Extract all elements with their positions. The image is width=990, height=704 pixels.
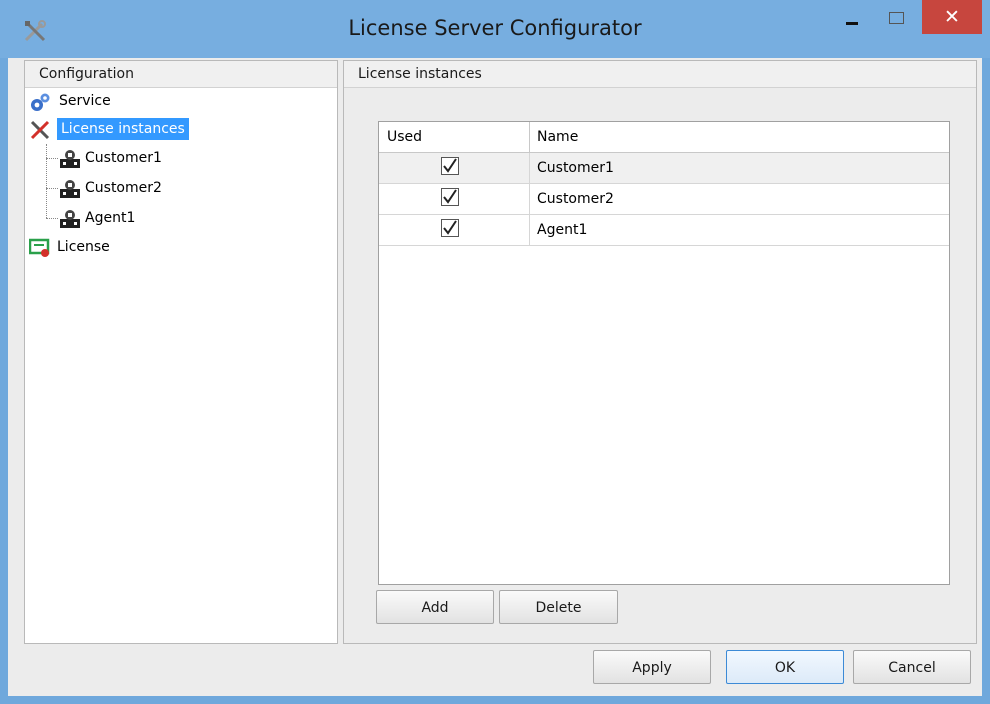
table-row[interactable]: Customer2 [379,184,949,215]
column-header-used[interactable]: Used [387,122,422,152]
column-separator[interactable] [529,122,530,152]
tree-connector [46,158,58,159]
tree-item-label: Customer2 [85,180,162,196]
table-row[interactable]: Customer1 [379,153,949,184]
column-separator [529,215,530,245]
license-instances-grid[interactable]: Used Name Customer1 Customer2 Agent1 [378,121,950,585]
column-header-name[interactable]: Name [537,122,578,152]
wrench-screwdriver-icon [30,120,50,140]
tree-item-label: Customer1 [85,150,162,166]
certificate-icon [29,238,50,257]
tree-connector [46,188,58,189]
license-instances-header: License instances [344,61,976,88]
maximize-button[interactable] [880,0,912,34]
close-button[interactable]: ✕ [922,0,982,34]
tree-item-label: Service [59,93,111,109]
column-separator [529,184,530,214]
used-checkbox[interactable] [441,188,459,206]
tree-connector [46,144,47,218]
used-checkbox[interactable] [441,157,459,175]
title-bar[interactable]: License Server Configurator ✕ [0,0,990,58]
tree-connector [46,218,58,219]
tree-item-label: License [57,239,110,255]
tree-item-label: License instances [57,118,189,140]
configuration-header: Configuration [25,61,337,88]
tree-item-label: Agent1 [85,210,136,226]
configuration-panel: Configuration Service License instances … [24,60,338,644]
minimize-button[interactable] [836,0,866,34]
minimize-icon [846,22,858,25]
close-icon: ✕ [944,6,960,28]
cancel-button[interactable]: Cancel [853,650,971,684]
license-instance-icon [60,150,80,168]
column-separator [529,153,530,183]
app-window: License Server Configurator ✕ Configurat… [0,0,990,704]
delete-button[interactable]: Delete [499,590,618,624]
license-instance-icon [60,210,80,228]
used-checkbox[interactable] [441,219,459,237]
client-area: Configuration Service License instances … [8,58,982,696]
instance-name-cell[interactable]: Agent1 [537,215,587,245]
instance-name-cell[interactable]: Customer2 [537,184,614,214]
ok-button[interactable]: OK [726,650,844,684]
grid-header: Used Name [379,122,949,153]
gears-icon [31,93,50,111]
table-row[interactable]: Agent1 [379,215,949,246]
instance-name-cell[interactable]: Customer1 [537,153,614,183]
add-button[interactable]: Add [376,590,494,624]
license-instance-icon [60,180,80,198]
maximize-icon [889,12,904,24]
apply-button[interactable]: Apply [593,650,711,684]
license-instances-panel: License instances Used Name Customer1 Cu… [343,60,977,644]
